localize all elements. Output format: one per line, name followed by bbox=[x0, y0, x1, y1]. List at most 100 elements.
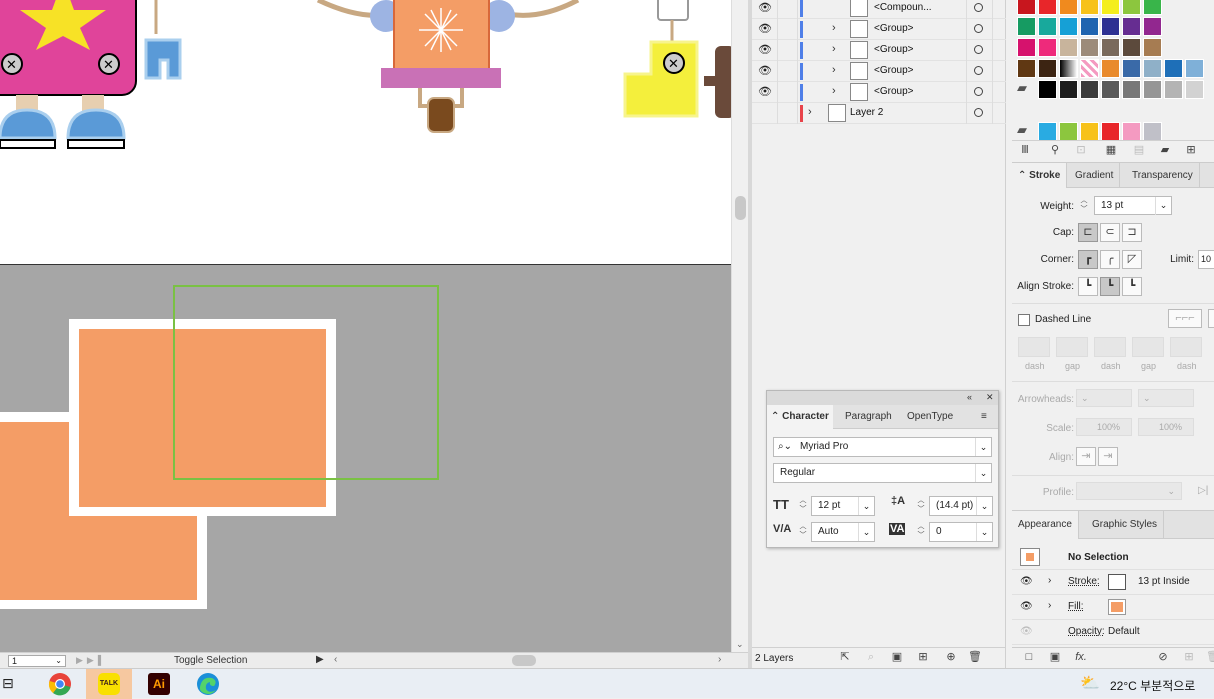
swatch-pattern-light[interactable] bbox=[1185, 59, 1204, 78]
collapse-icon[interactable]: « bbox=[967, 392, 972, 402]
swatch[interactable] bbox=[1080, 38, 1099, 57]
swatch[interactable] bbox=[1143, 38, 1162, 57]
illustrator-icon[interactable]: Ai bbox=[148, 673, 170, 695]
chevron-down-icon[interactable]: ⌄ bbox=[976, 523, 992, 541]
scroll-down-icon[interactable]: ⌄ bbox=[736, 639, 744, 650]
swatch[interactable] bbox=[1059, 0, 1078, 15]
document-canvas[interactable]: ✕ ✕ ✕ bbox=[0, 0, 731, 652]
new-folder-icon[interactable]: ▰ bbox=[1158, 144, 1172, 157]
chevron-down-icon[interactable]: ⌄ bbox=[976, 497, 992, 515]
color-group-icon[interactable]: ▦ bbox=[1104, 144, 1118, 157]
swatch[interactable] bbox=[1143, 80, 1162, 99]
swatch[interactable] bbox=[1059, 38, 1078, 57]
chevron-right-icon[interactable]: › bbox=[1048, 575, 1051, 586]
sublayer-row[interactable]: 👁 › <Group> bbox=[752, 61, 1006, 82]
weight-stepper[interactable]: ︿ ﹀ bbox=[1078, 196, 1090, 216]
appearance-opacity-row[interactable]: 👁 Opacity: Default bbox=[1012, 620, 1214, 645]
chevron-down-icon[interactable]: ⌄ bbox=[858, 523, 874, 541]
align-dash-button[interactable] bbox=[1208, 309, 1214, 328]
profile-select[interactable]: ⌄ bbox=[1076, 482, 1182, 500]
visibility-toggle[interactable]: 👁 bbox=[752, 0, 778, 19]
swatch[interactable] bbox=[1101, 80, 1120, 99]
swatch[interactable] bbox=[1185, 80, 1204, 99]
tracking-stepper[interactable]: ︿ ﹀ bbox=[915, 522, 927, 542]
swatch[interactable] bbox=[1122, 80, 1141, 99]
projecting-cap-button[interactable]: ⊐ bbox=[1122, 223, 1142, 242]
chevron-right-icon[interactable]: › bbox=[808, 106, 812, 118]
chevron-down-icon[interactable]: ⌄ bbox=[975, 438, 991, 456]
visibility-toggle[interactable]: 👁 bbox=[752, 82, 778, 103]
lock-toggle[interactable] bbox=[778, 82, 798, 103]
stroke-color-chip[interactable] bbox=[1108, 574, 1126, 590]
lock-toggle[interactable] bbox=[778, 61, 798, 82]
sublayer-row[interactable]: 👁 › <Group> bbox=[752, 82, 1006, 103]
swatch[interactable] bbox=[1101, 59, 1120, 78]
clear-appearance-icon[interactable]: ⊘ bbox=[1156, 651, 1170, 664]
horizontal-scrollbar[interactable]: ‹ › bbox=[330, 654, 730, 667]
swatch[interactable] bbox=[1017, 0, 1036, 15]
edit-color-group-icon[interactable]: ▤ bbox=[1132, 144, 1146, 157]
layer-name[interactable]: <Group> bbox=[874, 65, 913, 76]
swatch[interactable] bbox=[1017, 17, 1036, 36]
swatch[interactable] bbox=[1122, 59, 1141, 78]
chevron-right-icon[interactable]: › bbox=[832, 64, 836, 76]
tab-opentype[interactable]: OpenType bbox=[903, 405, 957, 429]
layer-name[interactable]: <Group> bbox=[874, 23, 913, 34]
align-outside-button[interactable]: ┗ bbox=[1122, 277, 1142, 296]
swatch[interactable] bbox=[1059, 122, 1078, 141]
tab-gradient[interactable]: Gradient bbox=[1069, 163, 1121, 188]
status-text[interactable]: Toggle Selection bbox=[174, 655, 247, 666]
eye-icon[interactable]: 👁 bbox=[1020, 576, 1033, 587]
end-scale-field[interactable]: 100% bbox=[1138, 418, 1194, 436]
dash-field-2[interactable] bbox=[1094, 337, 1126, 357]
scroll-right-icon[interactable]: › bbox=[718, 654, 721, 665]
sublayer-row[interactable]: 👁 › <Group> bbox=[752, 40, 1006, 61]
visibility-toggle[interactable]: 👁 bbox=[752, 61, 778, 82]
artboard-number-select[interactable]: 1 ⌄ bbox=[8, 655, 66, 667]
chevron-down-icon[interactable]: ⌄ bbox=[975, 464, 991, 482]
arrow-extend-button[interactable]: ⇥ bbox=[1076, 447, 1096, 466]
layer-row[interactable]: › Layer 2 bbox=[752, 103, 1006, 124]
swatch[interactable] bbox=[1101, 122, 1120, 141]
tab-stroke[interactable]: ⌃ Stroke bbox=[1012, 163, 1068, 188]
scroll-left-icon[interactable]: ‹ bbox=[334, 654, 337, 665]
character-panel-titlebar[interactable]: « ✕ bbox=[767, 391, 998, 405]
chevron-right-icon[interactable]: › bbox=[832, 85, 836, 97]
font-size-stepper[interactable]: ︿ ﹀ bbox=[797, 496, 809, 516]
target-circle-icon[interactable] bbox=[974, 3, 983, 12]
swatch-pattern[interactable] bbox=[1080, 59, 1099, 78]
chrome-icon[interactable] bbox=[48, 672, 72, 696]
start-scale-field[interactable]: 100% bbox=[1076, 418, 1132, 436]
swatch[interactable] bbox=[1122, 17, 1141, 36]
trash-icon[interactable]: 🗑 bbox=[968, 651, 982, 664]
target-circle-icon[interactable] bbox=[974, 45, 983, 54]
arrow-place-button[interactable]: ⇥ bbox=[1098, 447, 1118, 466]
layer-name[interactable]: Layer 2 bbox=[850, 107, 883, 118]
visibility-toggle[interactable]: 👁 bbox=[752, 19, 778, 40]
target-circle-icon[interactable] bbox=[974, 87, 983, 96]
swatch-folder-icon[interactable]: ▰ bbox=[1017, 80, 1036, 99]
swatch[interactable] bbox=[1143, 59, 1162, 78]
swatch[interactable] bbox=[1017, 59, 1036, 78]
swatch[interactable] bbox=[1143, 17, 1162, 36]
tab-transparency[interactable]: Transparency bbox=[1126, 163, 1200, 188]
swatch-options-icon[interactable]: ⊡ bbox=[1074, 144, 1088, 157]
locate-object-icon[interactable]: ⌕ bbox=[864, 651, 878, 664]
swatch-folder-icon[interactable]: ▰ bbox=[1017, 122, 1036, 141]
fill-color-chip[interactable] bbox=[1108, 599, 1126, 615]
target-circle-icon[interactable] bbox=[974, 24, 983, 33]
butt-cap-button[interactable]: ⊏ bbox=[1078, 223, 1098, 242]
stroke-attribute-label[interactable]: Stroke: bbox=[1068, 576, 1100, 587]
fx-icon[interactable]: fx. bbox=[1074, 651, 1088, 664]
dashed-line-checkbox[interactable] bbox=[1018, 314, 1030, 326]
appearance-fill-row[interactable]: 👁 › Fill: bbox=[1012, 595, 1214, 620]
kakaotalk-taskbar-item[interactable]: TALK bbox=[86, 669, 132, 699]
target-circle-icon[interactable] bbox=[974, 66, 983, 75]
swatch-libraries-icon[interactable]: Ⅲ bbox=[1018, 144, 1032, 157]
swatch[interactable] bbox=[1017, 38, 1036, 57]
swatch[interactable] bbox=[1080, 17, 1099, 36]
kerning-field[interactable]: Auto ⌄ bbox=[811, 522, 875, 542]
clipping-mask-icon[interactable]: ▣ bbox=[890, 651, 904, 664]
tracking-field[interactable]: 0 ⌄ bbox=[929, 522, 993, 542]
align-center-button[interactable]: ┗ bbox=[1078, 277, 1098, 296]
